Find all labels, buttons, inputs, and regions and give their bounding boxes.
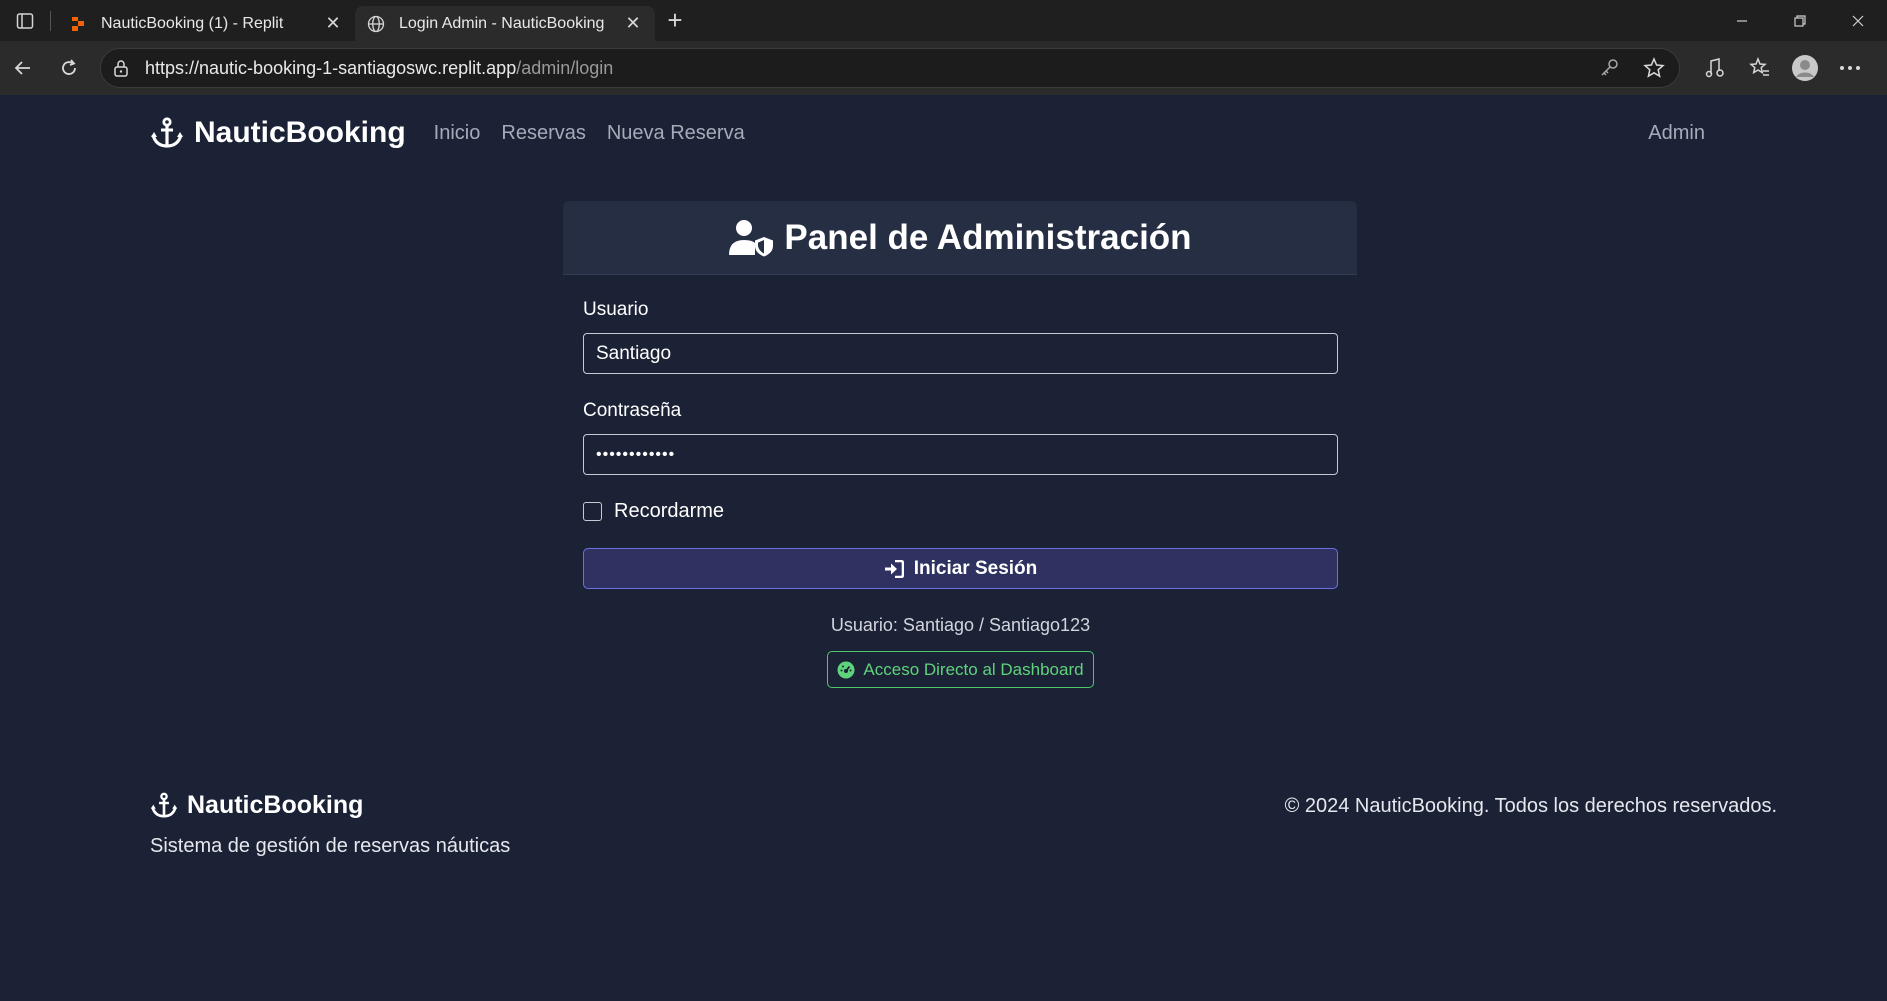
nav-link-admin[interactable]: Admin xyxy=(1648,122,1705,145)
favorites-icon[interactable] xyxy=(1737,48,1782,88)
url-text: https://nautic-booking-1-santiagoswc.rep… xyxy=(145,58,613,79)
username-input[interactable]: Santiago xyxy=(583,333,1338,374)
restore-icon[interactable] xyxy=(1771,0,1829,41)
login-title: Panel de Administración xyxy=(784,217,1192,257)
url-path: /admin/login xyxy=(516,57,614,78)
close-window-icon[interactable] xyxy=(1829,0,1887,41)
password-input[interactable]: •••••••••••• xyxy=(583,434,1338,475)
login-button-label: Iniciar Sesión xyxy=(913,557,1038,579)
anchor-icon xyxy=(150,792,178,819)
dashboard-direct-button[interactable]: Acceso Directo al Dashboard xyxy=(827,651,1094,688)
login-card: Panel de Administración Usuario Santiago… xyxy=(563,201,1357,688)
replit-icon xyxy=(69,15,87,33)
window-controls xyxy=(1713,0,1887,41)
new-tab-button[interactable]: + xyxy=(655,0,695,41)
read-aloud-icon[interactable] xyxy=(1692,48,1737,88)
url-actions xyxy=(1599,57,1665,84)
favorite-star-icon[interactable] xyxy=(1643,57,1665,84)
reload-icon[interactable] xyxy=(46,48,92,88)
nav-link-reservas[interactable]: Reservas xyxy=(501,122,585,145)
toolbar-icons xyxy=(1692,48,1872,88)
username-label: Usuario xyxy=(583,299,649,320)
more-options-icon[interactable] xyxy=(1827,48,1872,88)
url-field[interactable]: https://nautic-booking-1-santiagoswc.rep… xyxy=(100,48,1680,88)
anchor-icon xyxy=(150,117,184,149)
dashboard-link-wrap: Acceso Directo al Dashboard xyxy=(583,651,1338,688)
login-card-header: Panel de Administración xyxy=(563,201,1357,275)
page-content: NauticBooking Inicio Reservas Nueva Rese… xyxy=(5,95,1887,1001)
sign-in-icon xyxy=(884,559,904,578)
close-tab-icon[interactable]: ✕ xyxy=(623,13,643,34)
tab-title: Login Admin - NauticBooking xyxy=(399,14,605,32)
remember-checkbox[interactable] xyxy=(583,502,602,521)
back-icon[interactable] xyxy=(0,48,46,88)
close-tab-icon[interactable]: ✕ xyxy=(323,13,343,34)
tab-divider xyxy=(50,10,51,31)
tab-replit[interactable]: NauticBooking (1) - Replit ✕ xyxy=(57,6,355,41)
profile-avatar-icon[interactable] xyxy=(1782,48,1827,88)
minimize-icon[interactable] xyxy=(1713,0,1771,41)
login-button[interactable]: Iniciar Sesión xyxy=(583,548,1338,589)
brand-name: NauticBooking xyxy=(194,116,406,149)
tab-actions-icon[interactable] xyxy=(0,0,50,41)
dashboard-gauge-icon xyxy=(837,661,855,679)
lock-icon[interactable] xyxy=(113,59,133,77)
footer-brand-name: NauticBooking xyxy=(187,791,364,819)
dashboard-button-label: Acceso Directo al Dashboard xyxy=(863,659,1084,679)
remember-row: Recordarme xyxy=(583,500,1337,523)
url-host: https://nautic-booking-1-santiagoswc.rep… xyxy=(145,57,517,78)
remember-label[interactable]: Recordarme xyxy=(614,500,724,523)
address-toolbar: https://nautic-booking-1-santiagoswc.rep… xyxy=(0,41,1887,95)
footer-tagline: Sistema de gestión de reservas náuticas xyxy=(150,835,511,857)
user-shield-icon xyxy=(728,219,774,257)
password-label: Contraseña xyxy=(583,400,682,421)
nav-link-inicio[interactable]: Inicio xyxy=(434,122,481,145)
credentials-hint: Usuario: Santiago / Santiago123 xyxy=(830,615,1091,635)
login-form: Usuario Santiago Contraseña ••••••••••••… xyxy=(563,299,1357,688)
site-navbar: NauticBooking Inicio Reservas Nueva Rese… xyxy=(150,113,1770,153)
footer-copyright: © 2024 NauticBooking. Todos los derechos… xyxy=(1284,795,1777,817)
tab-title: NauticBooking (1) - Replit xyxy=(101,14,284,32)
browser-tab-bar: NauticBooking (1) - Replit ✕ Login Admin… xyxy=(0,0,1887,41)
globe-icon xyxy=(367,15,385,33)
navbar-brand[interactable]: NauticBooking xyxy=(150,116,406,150)
nav-link-nueva-reserva[interactable]: Nueva Reserva xyxy=(607,122,745,145)
key-icon[interactable] xyxy=(1599,57,1621,84)
footer-brand: NauticBooking xyxy=(150,791,363,820)
tab-login-admin[interactable]: Login Admin - NauticBooking ✕ xyxy=(355,6,655,41)
